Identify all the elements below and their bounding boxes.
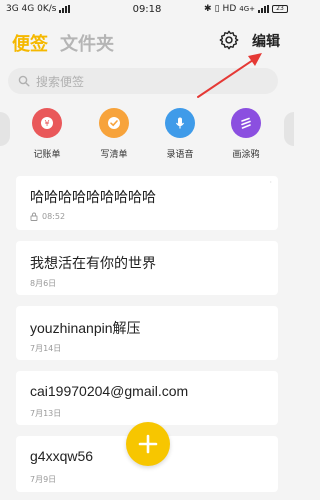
vibrate-icon: ▯ (214, 4, 220, 14)
app-header: 便签 文件夹 编辑 (0, 24, 294, 58)
status-left: 3G 4G 0K/s (6, 4, 71, 14)
lock-icon (30, 212, 38, 221)
network-status-text: 3G 4G 0K/s (6, 4, 57, 14)
note-date: 7月14日 (30, 344, 62, 353)
quick-action-ledger[interactable]: ¥ 记账单 (17, 108, 77, 160)
quick-action-label: 记账单 (33, 150, 61, 160)
quick-action-label: 画涂鸦 (232, 150, 260, 160)
quick-action-checklist[interactable]: 写清单 (84, 108, 144, 160)
quick-action-voice[interactable]: 录语音 (150, 108, 210, 160)
search-icon (18, 75, 30, 87)
signal-strength-icon (258, 5, 269, 13)
quick-action-doodle[interactable]: 画涂鸦 (216, 108, 276, 160)
doodle-icon (231, 108, 261, 138)
search-input[interactable]: 搜索便签 (8, 68, 278, 94)
notes-app-screen: 3G 4G 0K/s 09:18 ✱ ▯ HD 4G+ 23 便签 文件夹 编辑… (0, 0, 294, 500)
edit-button[interactable]: 编辑 (252, 31, 280, 51)
add-note-button[interactable] (126, 422, 170, 466)
quick-action-label: 录语音 (166, 150, 194, 160)
note-card[interactable]: 哈哈哈哈哈哈哈哈哈 08:52 · (16, 176, 278, 230)
note-date: 7月13日 (30, 409, 62, 418)
plus-icon (138, 434, 158, 454)
note-date: 7月9日 (30, 475, 57, 484)
status-time: 09:18 (132, 3, 162, 15)
bluetooth-icon: ✱ (204, 4, 212, 14)
note-title: g4xxqw56 (30, 448, 94, 464)
gear-icon[interactable] (218, 29, 240, 51)
note-card[interactable]: cai19970204@gmail.com 7月13日 (16, 371, 278, 425)
search-placeholder: 搜索便签 (36, 74, 85, 89)
network-badge: 4G+ (239, 5, 255, 13)
note-menu-icon[interactable]: · (269, 178, 272, 187)
note-date: 08:52 (42, 212, 66, 221)
ledger-icon: ¥ (32, 108, 62, 138)
hd-label: HD (222, 4, 237, 14)
note-card[interactable]: 我想活在有你的世界 8月6日 (16, 241, 278, 295)
tab-notes[interactable]: 便签 (12, 30, 48, 56)
signal-icon (59, 5, 71, 13)
quick-action-label: 写清单 (100, 150, 128, 160)
svg-text:¥: ¥ (44, 119, 49, 128)
status-right: ✱ ▯ HD 4G+ 23 (204, 4, 288, 14)
quick-actions: ¥ 记账单 写清单 录语音 画涂鸦 (0, 108, 294, 164)
note-title: cai19970204@gmail.com (30, 383, 189, 399)
note-card[interactable]: youzhinanpin解压 7月14日 (16, 306, 278, 360)
note-title: 我想活在有你的世界 (30, 255, 156, 271)
note-date: 8月6日 (30, 279, 57, 288)
checklist-icon (99, 108, 129, 138)
tab-folders[interactable]: 文件夹 (60, 30, 114, 56)
note-date-row: 08:52 (30, 212, 65, 221)
note-title: youzhinanpin解压 (30, 320, 141, 336)
status-bar: 3G 4G 0K/s 09:18 ✱ ▯ HD 4G+ 23 (0, 0, 294, 18)
note-title: 哈哈哈哈哈哈哈哈哈 (30, 189, 156, 205)
battery-icon: 23 (272, 5, 288, 13)
microphone-icon (165, 108, 195, 138)
